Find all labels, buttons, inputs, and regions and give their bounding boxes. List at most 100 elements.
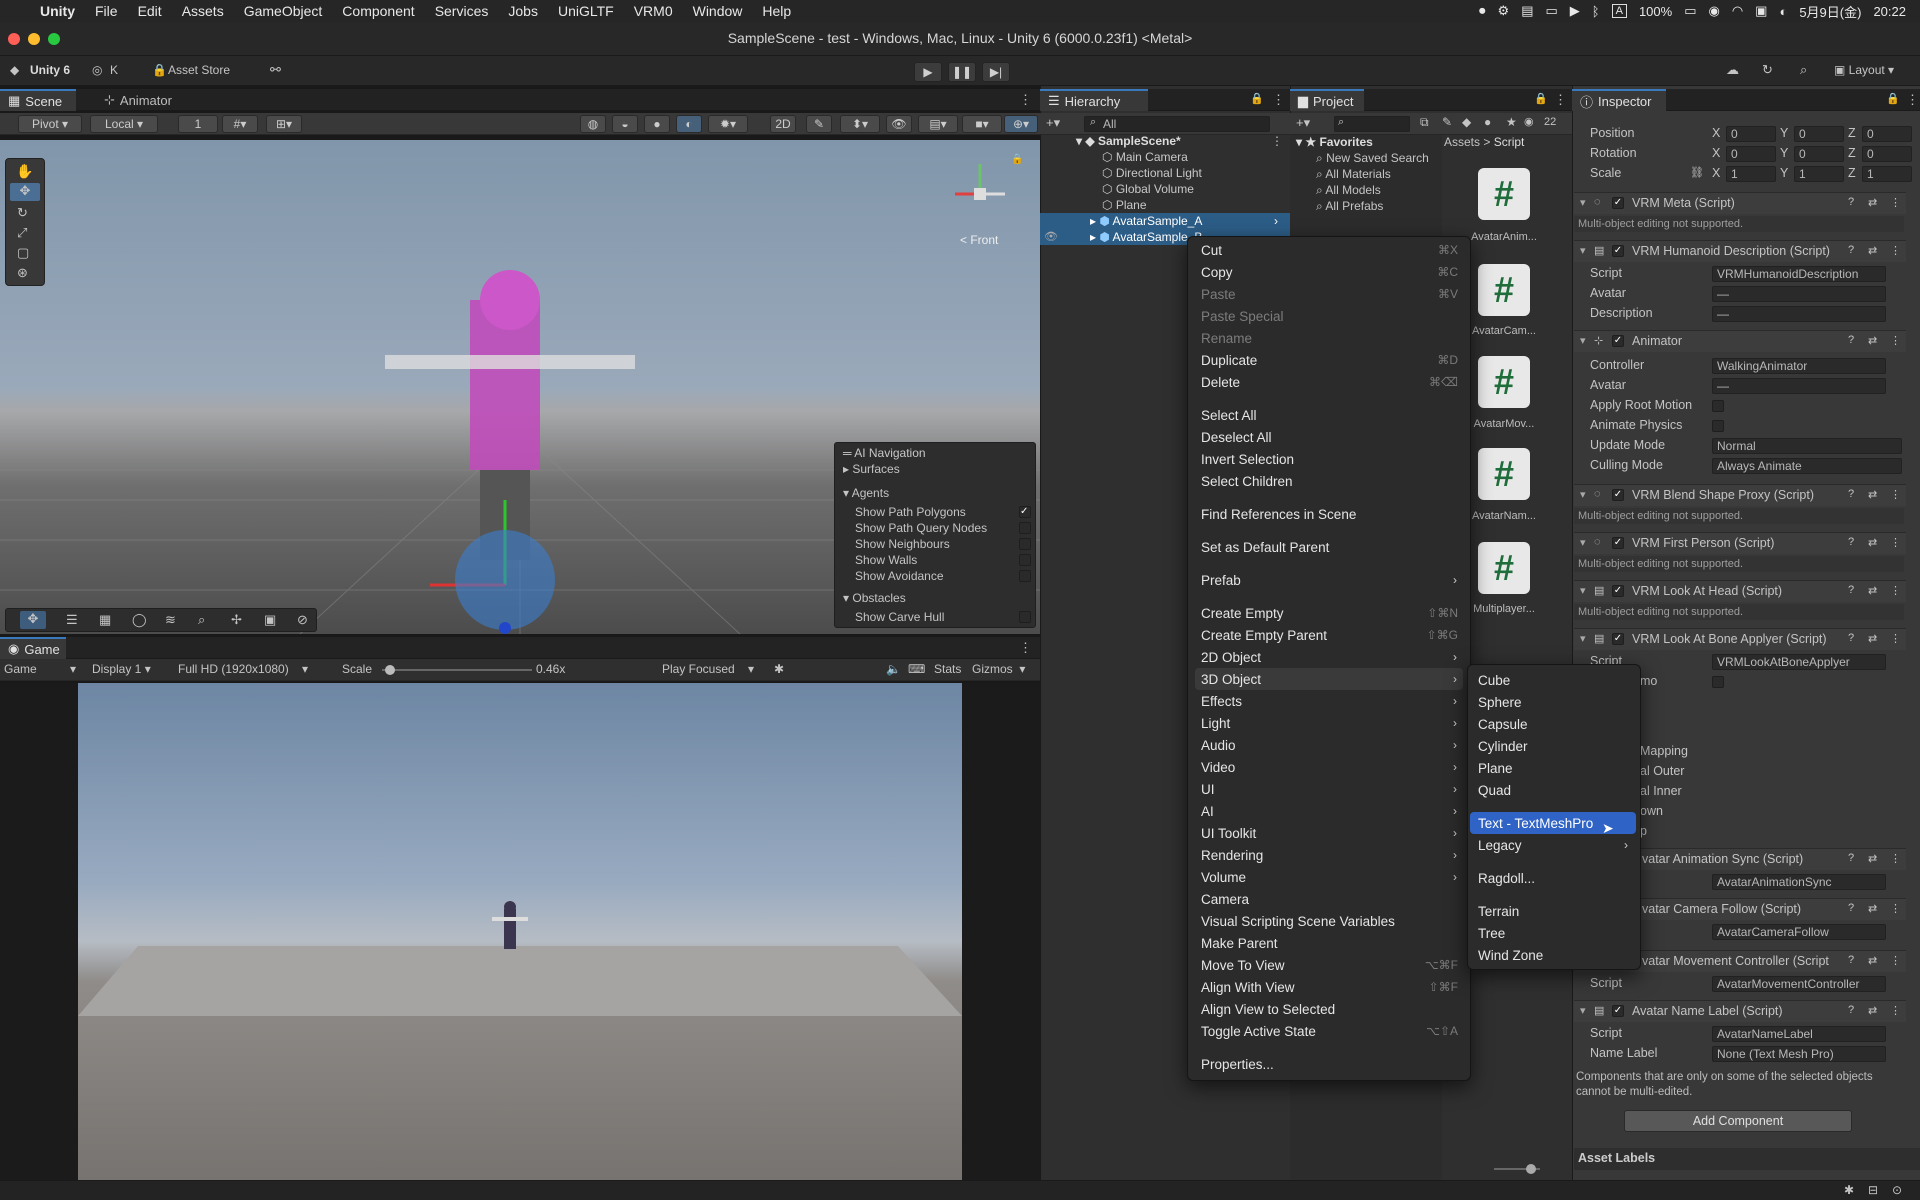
preset-icon[interactable]: ⇄: [1868, 1004, 1877, 1017]
drag-handle-icon[interactable]: ═: [843, 446, 852, 460]
grid-mode-icon[interactable]: ▦: [99, 612, 111, 628]
component-enabled-checkbox[interactable]: ✓: [1612, 1005, 1624, 1017]
component-enabled-checkbox[interactable]: ✓: [1612, 335, 1624, 347]
context-menu-item[interactable]: Invert Selection: [1200, 448, 1458, 470]
name-label-field[interactable]: None (Text Mesh Pro): [1712, 1046, 1886, 1062]
record-icon[interactable]: ⏺: [1479, 3, 1486, 19]
submenu-item[interactable]: Sphere: [1478, 691, 1628, 713]
context-menu-item[interactable]: Select All: [1200, 404, 1458, 426]
help-icon[interactable]: ?: [1848, 196, 1854, 208]
menu-app-unity[interactable]: Unity: [30, 3, 85, 19]
component-menu-icon[interactable]: ⋮: [1890, 488, 1901, 501]
menu-jobs[interactable]: Jobs: [498, 3, 548, 19]
script-asset-icon[interactable]: #: [1478, 264, 1530, 316]
preset-icon[interactable]: ⇄: [1868, 244, 1877, 257]
control-center-icon[interactable]: ◐: [1779, 4, 1787, 19]
context-menu-item[interactable]: Make Parent: [1200, 932, 1458, 954]
move-icon[interactable]: ✢: [231, 612, 242, 628]
help-icon[interactable]: ?: [1848, 954, 1854, 966]
mute-audio-icon[interactable]: 🔈: [886, 662, 901, 676]
move-tool-icon[interactable]: ✥: [10, 183, 40, 201]
submenu-item[interactable]: Cube: [1478, 669, 1628, 691]
avatar-model[interactable]: [385, 270, 635, 560]
camera-icon[interactable]: ▣: [264, 612, 276, 628]
component-menu-icon[interactable]: ⋮: [1890, 584, 1901, 597]
preset-icon[interactable]: ⇄: [1868, 334, 1877, 347]
breadcrumb-script[interactable]: Script: [1494, 135, 1525, 149]
component-menu-icon[interactable]: ⋮: [1890, 632, 1901, 645]
battery-icon[interactable]: ▭: [1684, 3, 1696, 19]
nav-option-checkbox[interactable]: [1019, 570, 1031, 582]
script-field[interactable]: AvatarMovementController: [1712, 976, 1886, 992]
game-mode-dropdown[interactable]: Game ▾: [4, 662, 76, 676]
menu-component[interactable]: Component: [332, 3, 424, 19]
help-icon[interactable]: ?: [1848, 632, 1854, 644]
breadcrumb-assets[interactable]: Assets: [1444, 135, 1480, 149]
controller-field[interactable]: WalkingAnimator: [1712, 358, 1886, 374]
help-icon[interactable]: ?: [1848, 334, 1854, 346]
menu-unigltf[interactable]: UniGLTF: [548, 3, 624, 19]
hand-tool-icon[interactable]: ✋: [16, 163, 33, 180]
lock-icon[interactable]: 🔒: [1011, 154, 1023, 165]
transform-position-x-field[interactable]: 0: [1726, 126, 1776, 142]
asset-label[interactable]: AvatarMov...: [1464, 418, 1544, 430]
update-mode-dropdown[interactable]: Normal: [1712, 438, 1902, 454]
asset-store-dropdown[interactable]: Asset Store: [168, 63, 230, 77]
component-menu-icon[interactable]: ⋮: [1890, 196, 1901, 209]
menu-gameobject[interactable]: GameObject: [234, 3, 333, 19]
submenu-item[interactable]: Terrain: [1478, 900, 1628, 922]
expand-arrow-icon[interactable]: ▸: [1090, 214, 1096, 228]
grid-snap-field[interactable]: 1: [178, 115, 218, 133]
play-focused-dropdown[interactable]: Play Focused ▾: [662, 662, 754, 676]
apply-root-motion-checkbox[interactable]: [1712, 400, 1724, 412]
object-field[interactable]: —: [1712, 378, 1886, 394]
clipboard-icon[interactable]: ▤: [1521, 3, 1533, 19]
bug-status-icon[interactable]: ✱: [1844, 1183, 1854, 1197]
context-menu-item[interactable]: Deselect All: [1200, 426, 1458, 448]
scene-panel-menu-icon[interactable]: ⋮: [1019, 92, 1032, 108]
layers-dropdown[interactable]: ▤▾: [918, 115, 958, 133]
scene-toggle-icon[interactable]: ▾: [1076, 134, 1082, 148]
show-carve-hull-checkbox[interactable]: [1019, 611, 1031, 623]
favorite-item[interactable]: ⌕ All Prefabs: [1316, 199, 1383, 214]
component-enabled-checkbox[interactable]: ✓: [1612, 245, 1624, 257]
keyboard-icon[interactable]: ⌨: [908, 662, 925, 676]
unity-version-label[interactable]: Unity 6: [30, 63, 70, 77]
context-menu-item[interactable]: Select Children: [1200, 470, 1458, 492]
tab-hierarchy[interactable]: ☰ Hierarchy: [1040, 89, 1148, 111]
constrain-proportions-icon[interactable]: ⛓: [1690, 166, 1704, 179]
asset-label[interactable]: AvatarAnim...: [1464, 231, 1544, 243]
foldout-arrow-icon[interactable]: ▾: [1580, 536, 1586, 549]
orientation-gizmo[interactable]: [940, 154, 1020, 234]
context-menu-item[interactable]: Rendering ›: [1200, 844, 1458, 866]
expand-arrow-icon[interactable]: ▸: [1090, 230, 1096, 244]
rotate-tool-icon[interactable]: ↻: [17, 205, 28, 221]
menu-vrm0[interactable]: VRM0: [624, 3, 683, 19]
hierarchy-lock-icon[interactable]: 🔒: [1250, 92, 1264, 105]
script-field[interactable]: VRMHumanoidDescription: [1712, 266, 1886, 282]
context-menu-item[interactable]: UI Toolkit ›: [1200, 822, 1458, 844]
view-tool-icon[interactable]: ✥: [20, 611, 46, 629]
scale-slider[interactable]: [382, 665, 532, 675]
agents-foldout[interactable]: ▾ Agents: [843, 486, 889, 500]
foldout-arrow-icon[interactable]: ▾: [1580, 488, 1586, 501]
icon-size-knob[interactable]: [1526, 1164, 1536, 1174]
preset-icon[interactable]: ⇄: [1868, 852, 1877, 865]
zoom-icon[interactable]: ⌕: [198, 612, 205, 628]
visibility-toggle-icon[interactable]: 👁: [1044, 230, 1058, 243]
layout-dropdown[interactable]: ▣ Layout ▾: [1834, 63, 1894, 77]
menu-file[interactable]: File: [85, 3, 128, 19]
help-icon[interactable]: ?: [1848, 584, 1854, 596]
context-menu-item[interactable]: Prefab ›: [1200, 569, 1458, 591]
transform-position-y-field[interactable]: 0: [1794, 126, 1844, 142]
transform-scale-x-field[interactable]: 1: [1726, 166, 1776, 182]
asset-label[interactable]: Multiplayer...: [1464, 603, 1544, 615]
component-menu-icon[interactable]: ⋮: [1890, 902, 1901, 915]
script-field[interactable]: VRMLookAtBoneApplyer: [1712, 654, 1886, 670]
context-menu-item[interactable]: Toggle Active State ⌥⇧A: [1200, 1020, 1458, 1042]
script-field[interactable]: AvatarNameLabel: [1712, 1026, 1886, 1042]
version-control-icon[interactable]: ⚯: [270, 62, 281, 78]
scene-viewport[interactable]: ✋ ✥ ↻ ⤢ ▢ ⊛ < Front 🔒 ═ AI Navigation ▸ …: [0, 140, 1040, 634]
hierarchy-scene-root[interactable]: ▾ ◆ SampleScene*: [1076, 134, 1326, 150]
shading-wire-icon[interactable]: ◒: [612, 115, 638, 133]
